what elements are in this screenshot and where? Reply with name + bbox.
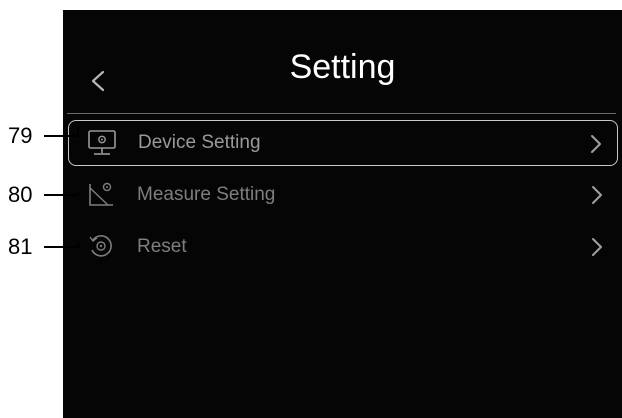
callout-leader-line (44, 127, 80, 137)
menu-item-reset[interactable]: Reset (68, 224, 618, 270)
menu-item-label: Measure Setting (137, 184, 276, 205)
chevron-right-icon (592, 186, 602, 204)
settings-screen: Setting Device Setting Measure Setting R… (63, 10, 622, 418)
monitor-gear-icon (88, 130, 116, 155)
menu-item-label: Reset (137, 236, 187, 257)
measure-gear-icon (89, 182, 113, 206)
callout-leader-line (44, 241, 80, 248)
menu-item-device-setting[interactable]: Device Setting (68, 120, 618, 166)
callout-79: 79 (0, 124, 80, 148)
callout-80: 80 (0, 183, 80, 207)
menu-item-label: Device Setting (138, 132, 261, 153)
callout-81: 81 (0, 235, 80, 259)
header-divider (67, 113, 616, 114)
page-title: Setting (289, 48, 396, 86)
menu-item-measure-setting[interactable]: Measure Setting (68, 172, 618, 218)
reset-gear-icon (89, 235, 112, 257)
callout-leader-line (44, 192, 80, 196)
chevron-right-icon (592, 238, 602, 256)
chevron-right-icon (591, 135, 601, 153)
